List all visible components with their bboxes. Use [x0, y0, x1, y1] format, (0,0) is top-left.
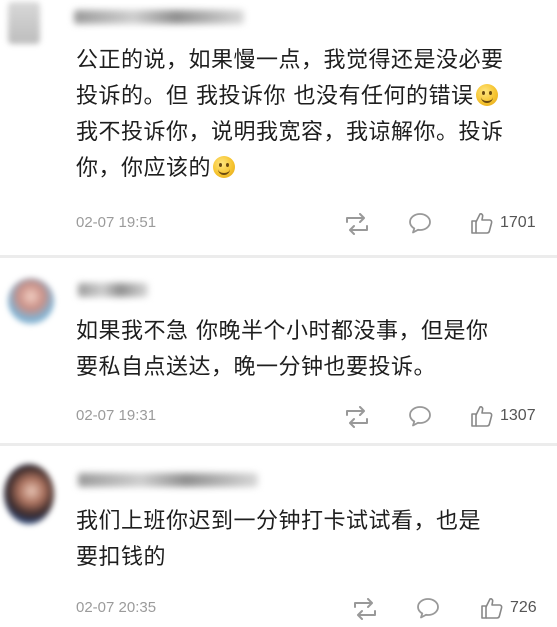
comment-text-line: 公正的说，如果慢一点，我觉得还是没必要: [76, 48, 504, 73]
timestamp: 02-07 19:51: [76, 214, 157, 231]
comment-text: 我们上班你迟到一分钟打卡试试看，也是 要扣钱的: [76, 504, 539, 576]
comment-text-line: 如果我不急 你晚半个小时都没事，但是你: [76, 319, 489, 344]
thumbs-up-icon[interactable]: [470, 404, 494, 428]
comment-text: 公正的说，如果慢一点，我觉得还是没必要 投诉的。但 我投诉你 也没有任何的错误 …: [76, 43, 539, 187]
username[interactable]: [78, 283, 148, 297]
comment-text-line: 投诉的。但 我投诉你 也没有任何的错误: [76, 79, 539, 115]
comment-text-line: 你，你应该的: [76, 151, 539, 187]
comment-text-line: 要扣钱的: [76, 545, 167, 570]
comment-text-line: 我们上班你迟到一分钟打卡试试看，也是: [76, 509, 482, 534]
comment-item: 我们上班你迟到一分钟打卡试试看，也是 要扣钱的 02-07 20:35 726: [0, 446, 557, 627]
comment-bubble-icon[interactable]: [416, 597, 440, 619]
repost-icon[interactable]: [344, 213, 370, 235]
thumbs-up-icon[interactable]: [470, 211, 494, 235]
repost-icon[interactable]: [344, 406, 370, 428]
avatar[interactable]: [4, 464, 54, 524]
smile-emoji-icon: [213, 156, 236, 178]
username[interactable]: [78, 473, 258, 487]
comment-text-line: 要私自点送达，晚一分钟也要投诉。: [76, 355, 437, 380]
like-count: 1307: [500, 407, 536, 424]
comment-bubble-icon[interactable]: [408, 405, 432, 427]
repost-icon[interactable]: [352, 598, 378, 620]
comment-item: 如果我不急 你晚半个小时都没事，但是你 要私自点送达，晚一分钟也要投诉。 02-…: [0, 258, 557, 443]
like-count: 1701: [500, 214, 536, 231]
comment-bubble-icon[interactable]: [408, 212, 432, 234]
comment-item: 公正的说，如果慢一点，我觉得还是没必要 投诉的。但 我投诉你 也没有任何的错误 …: [0, 0, 557, 255]
comment-text-line: 我不投诉你，说明我宽容，我谅解你。投诉: [76, 120, 504, 145]
thumbs-up-icon[interactable]: [480, 596, 504, 620]
avatar[interactable]: [8, 278, 54, 324]
smile-emoji-icon: [475, 84, 498, 106]
comment-text: 如果我不急 你晚半个小时都没事，但是你 要私自点送达，晚一分钟也要投诉。: [76, 314, 539, 386]
like-count: 726: [510, 599, 537, 616]
username[interactable]: [74, 10, 244, 24]
timestamp: 02-07 20:35: [76, 599, 157, 616]
timestamp: 02-07 19:31: [76, 407, 157, 424]
avatar[interactable]: [8, 2, 40, 44]
